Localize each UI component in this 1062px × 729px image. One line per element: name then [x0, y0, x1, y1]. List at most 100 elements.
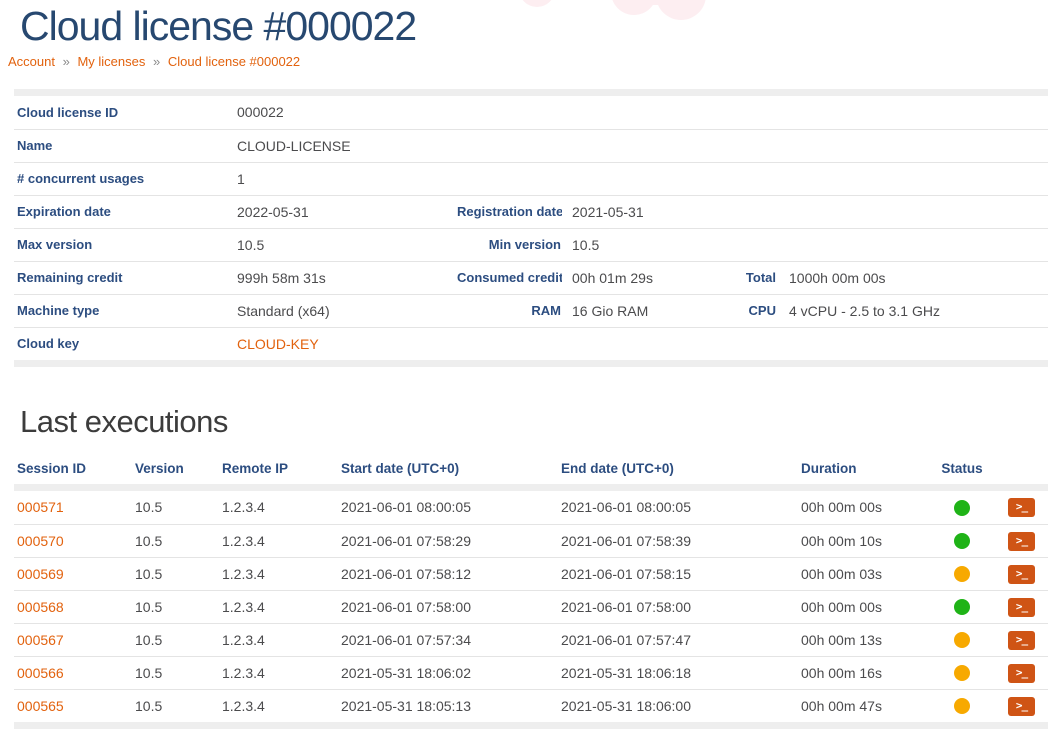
session-id-link[interactable]: 000567 [17, 632, 64, 648]
action-cell: >_ [996, 623, 1048, 656]
execution-row: 00057010.51.2.3.42021-06-01 07:58:292021… [14, 524, 1048, 557]
end-date-cell: 2021-06-01 08:00:05 [558, 491, 798, 524]
status-cell [928, 590, 996, 623]
execution-row: 00056810.51.2.3.42021-06-01 07:58:002021… [14, 590, 1048, 623]
version-cell: 10.5 [132, 590, 219, 623]
status-cell [928, 623, 996, 656]
session-id-link[interactable]: 000566 [17, 665, 64, 681]
detail-label: Remaining credit [14, 261, 227, 294]
session-id-cell: 000569 [14, 557, 132, 590]
details-row: Max version10.5Min version10.5 [14, 228, 1048, 261]
detail-label: Min version [457, 228, 562, 261]
detail-label [737, 195, 777, 228]
detail-value: CLOUD-LICENSE [227, 129, 457, 162]
status-dot-green [954, 533, 970, 549]
terminal-icon[interactable]: >_ [1008, 598, 1035, 617]
detail-value: CLOUD-KEY [227, 327, 457, 360]
details-row: # concurrent usages1 [14, 162, 1048, 195]
session-id-link[interactable]: 000565 [17, 698, 64, 714]
terminal-icon[interactable]: >_ [1008, 664, 1035, 683]
detail-label: Name [14, 129, 227, 162]
detail-label [457, 162, 562, 195]
detail-label [737, 228, 777, 261]
last-executions-table: Session IDVersionRemote IPStart date (UT… [14, 455, 1048, 729]
detail-value: 16 Gio RAM [562, 294, 737, 327]
executions-table-body: 00057110.51.2.3.42021-06-01 08:00:052021… [14, 484, 1048, 729]
session-id-cell: 000571 [14, 491, 132, 524]
end-date-cell: 2021-06-01 07:58:39 [558, 524, 798, 557]
version-cell: 10.5 [132, 623, 219, 656]
start-date-cell: 2021-05-31 18:05:13 [338, 689, 558, 722]
detail-label: Registration date [457, 195, 562, 228]
terminal-icon[interactable]: >_ [1008, 565, 1035, 584]
status-dot-green [954, 500, 970, 516]
status-dot-orange [954, 566, 970, 582]
action-cell: >_ [996, 689, 1048, 722]
duration-cell: 00h 00m 03s [798, 557, 928, 590]
breadcrumb-link-my-licenses[interactable]: My licenses [77, 54, 145, 69]
session-id-link[interactable]: 000569 [17, 566, 64, 582]
action-cell: >_ [996, 491, 1048, 524]
action-cell: >_ [996, 656, 1048, 689]
status-cell [928, 491, 996, 524]
detail-label: Expiration date [14, 195, 227, 228]
details-row: Machine typeStandard (x64)RAM16 Gio RAMC… [14, 294, 1048, 327]
terminal-icon[interactable]: >_ [1008, 631, 1035, 650]
column-header: Session ID [14, 455, 132, 484]
detail-label: Cloud license ID [14, 96, 227, 129]
details-row: NameCLOUD-LICENSE [14, 129, 1048, 162]
version-cell: 10.5 [132, 557, 219, 590]
details-row: Cloud key CLOUD-KEY [14, 327, 1048, 360]
detail-label: Consumed credit [457, 261, 562, 294]
session-id-cell: 000566 [14, 656, 132, 689]
column-header: Status [928, 455, 996, 484]
session-id-cell: 000565 [14, 689, 132, 722]
detail-value [562, 327, 737, 360]
detail-value [777, 96, 1048, 129]
action-cell: >_ [996, 557, 1048, 590]
detail-label [457, 327, 562, 360]
section-title-last-executions: Last executions [20, 403, 1062, 441]
remote-ip-cell: 1.2.3.4 [219, 656, 338, 689]
session-id-link[interactable]: 000571 [17, 499, 64, 515]
execution-row: 00056710.51.2.3.42021-06-01 07:57:342021… [14, 623, 1048, 656]
session-id-link[interactable]: 000570 [17, 533, 64, 549]
terminal-icon[interactable]: >_ [1008, 697, 1035, 716]
terminal-icon[interactable]: >_ [1008, 498, 1035, 517]
detail-value [777, 129, 1048, 162]
breadcrumb-link-current[interactable]: Cloud license #000022 [168, 54, 300, 69]
remote-ip-cell: 1.2.3.4 [219, 557, 338, 590]
session-id-link[interactable]: 000568 [17, 599, 64, 615]
detail-value: 10.5 [562, 228, 737, 261]
cloud-key-link[interactable]: CLOUD-KEY [237, 336, 319, 352]
duration-cell: 00h 00m 13s [798, 623, 928, 656]
detail-label [737, 96, 777, 129]
table-bottom-strip [14, 722, 1048, 729]
detail-value: 999h 58m 31s [227, 261, 457, 294]
column-header: Version [132, 455, 219, 484]
details-row: Cloud license ID000022 [14, 96, 1048, 129]
license-details-table: Cloud license ID000022NameCLOUD-LICENSE#… [14, 89, 1048, 367]
column-header: Start date (UTC+0) [338, 455, 558, 484]
session-id-cell: 000570 [14, 524, 132, 557]
status-cell [928, 557, 996, 590]
execution-row: 00056610.51.2.3.42021-05-31 18:06:022021… [14, 656, 1048, 689]
detail-label: Total [737, 261, 777, 294]
detail-value: 000022 [227, 96, 457, 129]
status-cell [928, 689, 996, 722]
detail-label: Cloud key [14, 327, 227, 360]
detail-value [562, 129, 737, 162]
execution-row: 00056910.51.2.3.42021-06-01 07:58:122021… [14, 557, 1048, 590]
detail-value: 1000h 00m 00s [777, 261, 1048, 294]
action-cell: >_ [996, 590, 1048, 623]
breadcrumb-link-account[interactable]: Account [8, 54, 55, 69]
remote-ip-cell: 1.2.3.4 [219, 491, 338, 524]
duration-cell: 00h 00m 00s [798, 590, 928, 623]
detail-label [737, 162, 777, 195]
detail-value [777, 162, 1048, 195]
end-date-cell: 2021-05-31 18:06:18 [558, 656, 798, 689]
terminal-icon[interactable]: >_ [1008, 532, 1035, 551]
detail-value [777, 327, 1048, 360]
status-dot-orange [954, 632, 970, 648]
detail-label: Machine type [14, 294, 227, 327]
